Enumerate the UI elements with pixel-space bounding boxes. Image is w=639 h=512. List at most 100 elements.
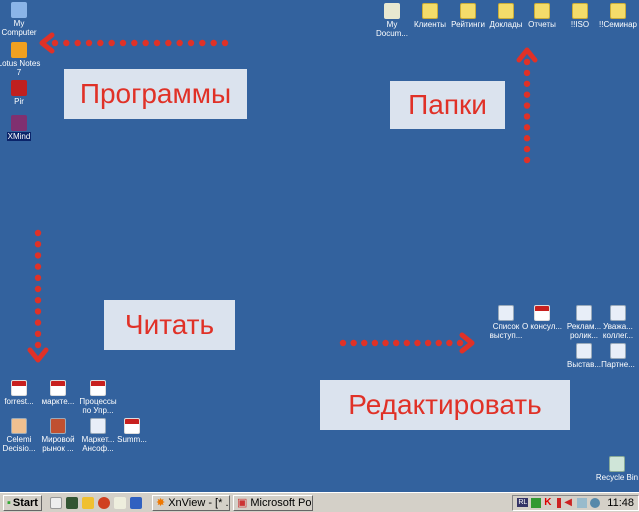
dots-programs — [153, 39, 161, 47]
network-icon[interactable] — [577, 497, 588, 508]
pir-icon — [11, 80, 27, 96]
pdf-icon — [11, 380, 27, 396]
tray-icon[interactable] — [590, 497, 601, 508]
dots-read — [34, 330, 42, 337]
dots-edit — [371, 339, 379, 347]
pdf-icon — [534, 305, 550, 321]
arrowhead-up — [516, 47, 538, 63]
folder-icon — [498, 3, 514, 19]
arrowhead-left — [39, 32, 55, 54]
word-icon — [576, 305, 592, 321]
taskbar: ▪Start ✸XnView - [* ... ▣Microsoft Po...… — [0, 492, 639, 512]
word-icon[interactable] — [129, 496, 142, 509]
dots-programs — [119, 39, 127, 47]
dots-read — [34, 285, 42, 293]
desktop-icon[interactable]: Pir — [0, 80, 41, 106]
app-icon[interactable] — [113, 496, 126, 509]
dots-programs — [176, 39, 183, 47]
dots-folders — [523, 135, 531, 142]
dots-programs — [63, 39, 70, 47]
folder-icon — [534, 3, 550, 19]
pdf-icon — [90, 380, 106, 396]
image-icon — [50, 418, 66, 434]
app-icon[interactable] — [81, 496, 94, 509]
dots-edit — [446, 339, 453, 347]
callout-folders: Папки — [390, 81, 505, 129]
dots-folders — [523, 156, 531, 164]
dots-programs — [108, 39, 115, 47]
task-powerpoint[interactable]: ▣Microsoft Po... — [232, 494, 313, 511]
powerpoint-icon — [11, 418, 27, 434]
folder-icon — [460, 3, 476, 19]
desktop-icon[interactable]: Celemi Decisio... — [0, 418, 41, 453]
word-icon — [610, 305, 626, 321]
desktop-icon[interactable]: Партне... — [596, 343, 639, 369]
dots-edit — [339, 339, 347, 347]
powerpoint-icon: ▣ — [236, 497, 248, 509]
desktop-icon[interactable]: О консул... — [520, 305, 564, 331]
xmind-icon — [11, 115, 27, 131]
volume-icon[interactable]: ◀ — [564, 497, 574, 508]
callout-read: Читать — [104, 300, 235, 350]
dots-folders — [523, 113, 531, 120]
quick-launch — [48, 496, 144, 509]
task-xnview[interactable]: ✸ XnView - [* ... — [151, 494, 230, 511]
desktop-icon[interactable]: !!Семинар — [596, 3, 639, 29]
dots-read — [34, 297, 42, 304]
dots-read — [34, 274, 42, 281]
firefox-icon[interactable] — [97, 496, 110, 509]
dots-edit — [382, 339, 389, 347]
desktop-icon[interactable]: маркте... — [36, 380, 80, 406]
dots-programs — [165, 39, 172, 47]
dots-read — [34, 229, 42, 237]
dots-folders — [523, 91, 531, 98]
dots-programs — [221, 39, 229, 47]
clock: 11:48 — [607, 496, 634, 509]
dots-programs — [85, 39, 93, 47]
kaspersky-icon[interactable]: K — [544, 497, 554, 508]
show-desktop-icon[interactable] — [49, 496, 62, 509]
dots-read — [34, 263, 42, 270]
desktop-icon[interactable]: XMind — [0, 115, 41, 141]
tray-icon[interactable] — [557, 497, 562, 508]
pdf-icon — [50, 380, 66, 396]
callout-programs: Программы — [64, 69, 247, 119]
dots-programs — [199, 39, 206, 47]
dots-edit — [435, 339, 442, 347]
dots-folders — [523, 145, 531, 153]
desktop-icon[interactable]: My Computer — [0, 2, 41, 37]
dots-folders — [523, 69, 531, 77]
word-icon — [610, 343, 626, 359]
language-indicator[interactable]: RL — [517, 498, 529, 507]
callout-edit: Редактировать — [320, 380, 570, 430]
arrowhead-right — [459, 332, 475, 354]
recycle-bin[interactable]: Recycle Bin — [595, 456, 639, 482]
desktop-icon[interactable]: Уважа... коллег... — [596, 305, 639, 340]
dots-read — [34, 241, 42, 248]
dots-programs — [210, 39, 217, 47]
folder-icon — [610, 3, 626, 19]
dots-edit — [456, 339, 464, 347]
computer-icon — [11, 2, 27, 18]
desktop-icon[interactable]: Мировой рынок ... — [36, 418, 80, 453]
lotus-notes-icon — [11, 42, 27, 58]
desktop-icon[interactable]: Процессы по Упр... — [76, 380, 120, 415]
dots-read — [34, 252, 42, 259]
windows-logo-icon: ▪ — [7, 496, 11, 509]
dots-edit — [392, 339, 400, 347]
tray-icon[interactable] — [531, 497, 542, 508]
app-icon[interactable] — [65, 496, 78, 509]
dots-programs — [51, 39, 59, 47]
dots-programs — [97, 39, 104, 47]
word-icon — [498, 305, 514, 321]
system-tray: RL K ◀ 11:48 — [512, 494, 639, 511]
desktop-icon[interactable]: Summ... — [110, 418, 154, 444]
folder-icon — [572, 3, 588, 19]
dots-folders — [523, 102, 531, 109]
desktop-icon[interactable]: forrest... — [0, 380, 41, 406]
desktop-icon[interactable]: Lotus Notes 7 — [0, 42, 41, 77]
dots-read — [34, 319, 42, 326]
start-button[interactable]: ▪ Start — [3, 494, 42, 511]
dots-edit — [361, 339, 368, 347]
dots-folders — [523, 80, 531, 87]
